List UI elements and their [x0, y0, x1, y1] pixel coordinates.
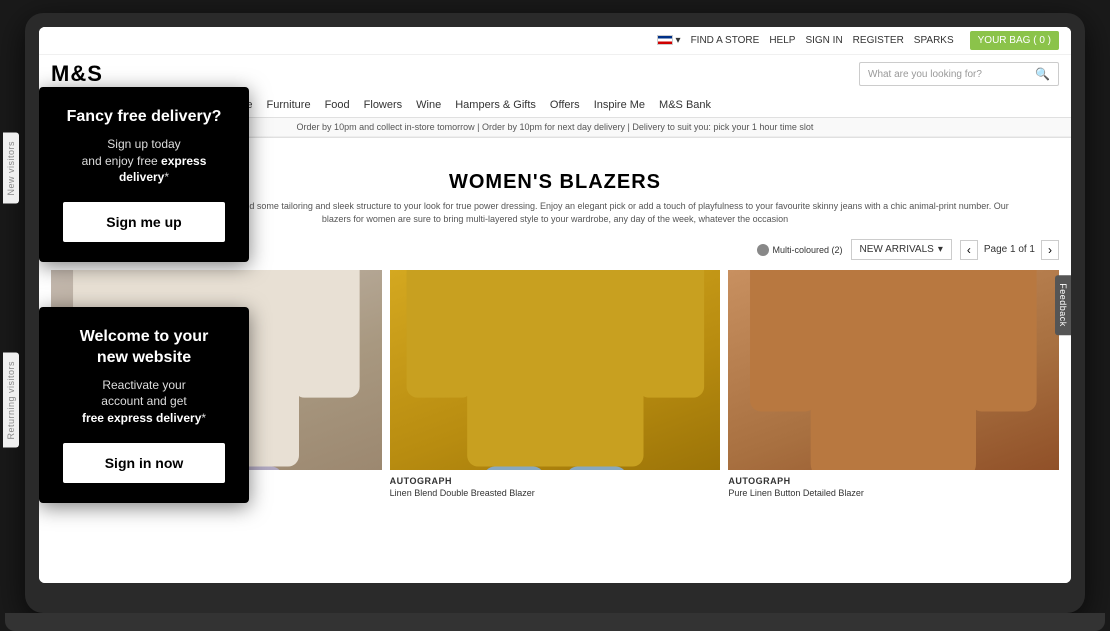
new-visitors-tab[interactable]: New visitors: [3, 133, 19, 204]
swatch-icon: [757, 244, 769, 256]
sign-in-link[interactable]: SIGN IN: [805, 35, 842, 46]
search-bar[interactable]: What are you looking for? 🔍: [859, 62, 1059, 86]
nav-item-hampers[interactable]: Hampers & Gifts: [455, 99, 536, 111]
nav-item-furniture[interactable]: Furniture: [267, 99, 311, 111]
new-popup-title: Fancy free delivery?: [63, 107, 225, 128]
returning-visitors-popup: Welcome to your new website Reactivate y…: [39, 307, 249, 503]
top-bar: ▾ FIND A STORE HELP SIGN IN REGISTER SPA…: [39, 27, 1071, 55]
sort-label: NEW ARRIVALS: [860, 244, 934, 255]
sort-dropdown[interactable]: NEW ARRIVALS ▾: [851, 239, 952, 260]
returning-popup-title: Welcome to your new website: [63, 327, 225, 369]
nav-item-inspire[interactable]: Inspire Me: [594, 99, 645, 111]
next-page-button[interactable]: ›: [1041, 240, 1059, 260]
color-filter[interactable]: Multi-coloured (2): [757, 242, 843, 258]
product-card-3[interactable]: AUTOGRAPH Pure Linen Button Detailed Bla…: [728, 270, 1059, 498]
nav-item-bank[interactable]: M&S Bank: [659, 99, 711, 111]
find-store-link[interactable]: FIND A STORE: [691, 35, 760, 46]
product-image-2: [390, 270, 721, 470]
prev-page-button[interactable]: ‹: [960, 240, 978, 260]
returning-popup-subtitle: Reactivate your account and get free exp…: [63, 377, 225, 427]
new-popup-subtitle: Sign up today and enjoy free express del…: [63, 136, 225, 186]
chevron-down-icon: ▾: [938, 244, 943, 255]
laptop-base: [5, 613, 1105, 631]
nav-item-food[interactable]: Food: [325, 99, 350, 111]
product-card-2[interactable]: AUTOGRAPH Linen Blend Double Breasted Bl…: [390, 270, 721, 498]
search-input[interactable]: What are you looking for?: [868, 69, 1029, 80]
bag-button[interactable]: YOUR BAG ( 0 ): [970, 31, 1059, 50]
sparks-link[interactable]: SPARKS: [914, 35, 954, 46]
nav-item-wine[interactable]: Wine: [416, 99, 441, 111]
sign-me-up-button[interactable]: Sign me up: [63, 202, 225, 242]
laptop-screen: ▾ FIND A STORE HELP SIGN IN REGISTER SPA…: [39, 27, 1071, 583]
ms-website: ▾ FIND A STORE HELP SIGN IN REGISTER SPA…: [39, 27, 1071, 583]
pagination: ‹ Page 1 of 1 ›: [960, 240, 1059, 260]
laptop-frame: ▾ FIND A STORE HELP SIGN IN REGISTER SPA…: [25, 13, 1085, 613]
product-figure-2: [390, 270, 721, 470]
color-filter-label: Multi-coloured (2): [773, 245, 843, 255]
nav-item-flowers[interactable]: Flowers: [364, 99, 403, 111]
help-link[interactable]: HELP: [769, 35, 795, 46]
product-name-3: Pure Linen Button Detailed Blazer: [728, 488, 1059, 498]
page-info: Page 1 of 1: [984, 244, 1035, 255]
product-name-2: Linen Blend Double Breasted Blazer: [390, 488, 721, 498]
product-badge-2: AUTOGRAPH: [390, 476, 721, 486]
sign-in-now-button[interactable]: Sign in now: [63, 443, 225, 483]
search-icon: 🔍: [1035, 67, 1050, 81]
site-logo: M&S: [51, 61, 111, 87]
returning-visitors-tab[interactable]: Returning visitors: [3, 353, 19, 448]
product-image-3: [728, 270, 1059, 470]
register-link[interactable]: REGISTER: [853, 35, 904, 46]
new-visitors-popup: Fancy free delivery? Sign up today and e…: [39, 87, 249, 262]
nav-item-offers[interactable]: Offers: [550, 99, 580, 111]
flag-icon: ▾: [657, 35, 681, 46]
product-badge-3: AUTOGRAPH: [728, 476, 1059, 486]
feedback-tab[interactable]: Feedback: [1055, 275, 1071, 335]
product-figure-3: [728, 270, 1059, 470]
